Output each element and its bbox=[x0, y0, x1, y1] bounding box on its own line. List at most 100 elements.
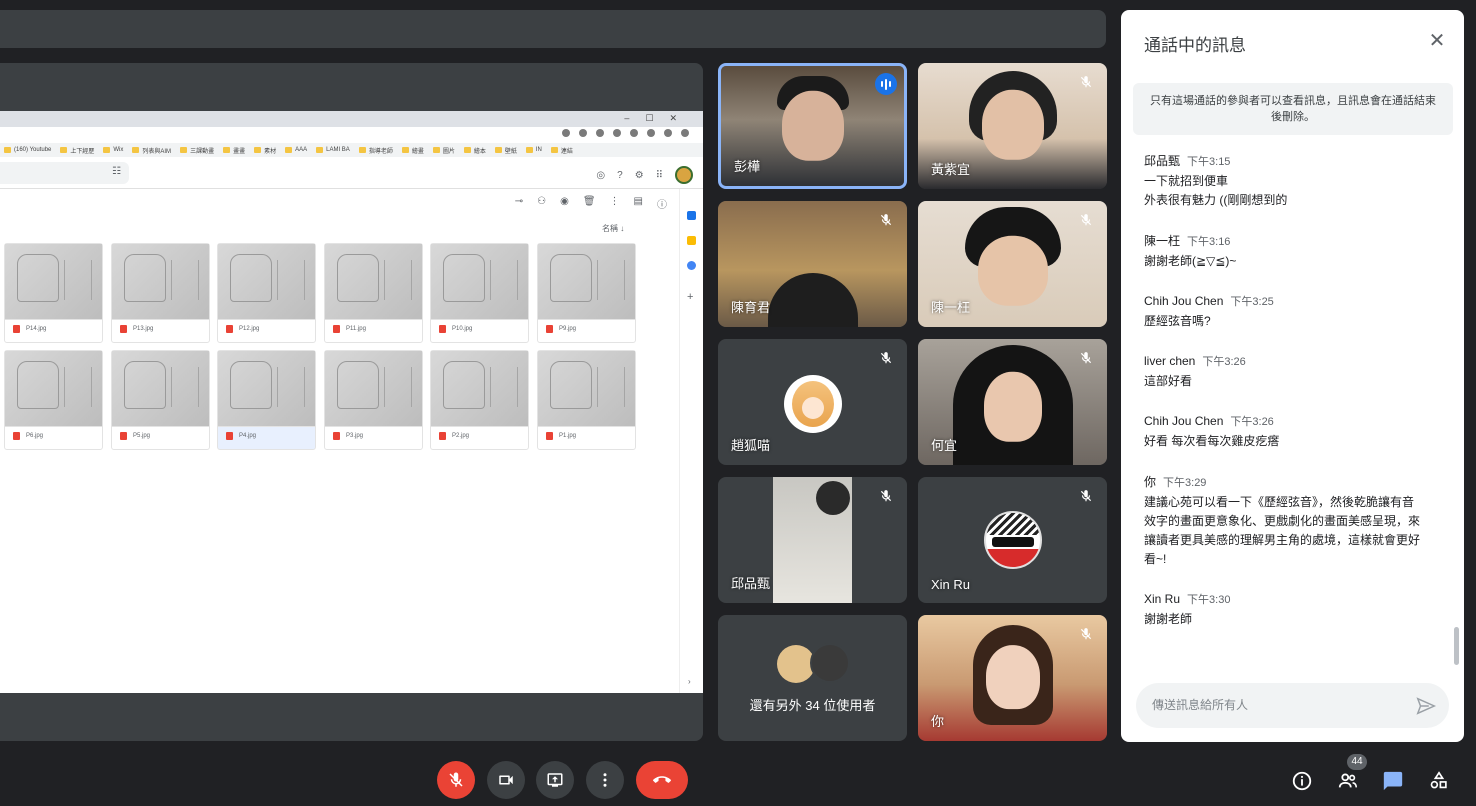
shared-screen: – ☐ ✕ (160) Youtube 上下經歷 Wix 列表與AIM 三課動畫… bbox=[0, 111, 703, 693]
participant-tile[interactable]: 趙狐喵 bbox=[718, 339, 907, 465]
participant-name: 彭樺 bbox=[734, 159, 761, 174]
message-text: 謝謝老師(≧▽≦)~ bbox=[1144, 254, 1237, 268]
video-feed bbox=[781, 90, 844, 161]
mic-off-icon bbox=[449, 772, 463, 787]
mic-off-icon bbox=[877, 489, 895, 507]
top-bar bbox=[0, 10, 1106, 48]
image-file-icon bbox=[333, 432, 340, 440]
folder-icon bbox=[60, 147, 68, 153]
participant-tile[interactable]: 黃紫宜 bbox=[918, 63, 1107, 189]
more-participants-label: 還有另外 34 位使用者 bbox=[749, 698, 876, 713]
bookmark: 指導老師 bbox=[358, 146, 393, 155]
chevron-right-icon: › bbox=[688, 677, 691, 686]
extension-icon bbox=[681, 129, 689, 137]
message-text: 謝謝老師 bbox=[1144, 612, 1193, 626]
folder-icon bbox=[401, 147, 409, 153]
close-icon[interactable]: ✕ bbox=[1426, 30, 1448, 52]
chat-message: 邱品甄 下午3:15 一下就招到便車 外表很有魅力 ((剛剛想到的 bbox=[1144, 152, 1444, 210]
message-text: 建議心苑可以看一下《歷經弦音》，然後乾脆讓有音 bbox=[1144, 495, 1415, 509]
message-time: 下午3:26 bbox=[1202, 356, 1246, 368]
bookmark: IN bbox=[525, 147, 542, 153]
chat-notice: 只有這場通話的參與者可以查看訊息，且訊息會在通話結束後刪除。 bbox=[1133, 83, 1453, 135]
folder-icon bbox=[103, 147, 111, 153]
chat-panel: 通話中的訊息 ✕ 只有這場通話的參與者可以查看訊息，且訊息會在通話結束後刪除。 … bbox=[1121, 10, 1464, 742]
activities-button[interactable] bbox=[1424, 766, 1454, 796]
folder-icon bbox=[358, 147, 366, 153]
participant-tile[interactable]: 何宜 bbox=[918, 339, 1107, 465]
message-sender: Chih Jou Chen bbox=[1144, 414, 1224, 428]
mic-off-icon bbox=[1077, 627, 1095, 645]
participant-name: 黃紫宜 bbox=[931, 162, 971, 177]
chat-input[interactable] bbox=[1152, 695, 1402, 715]
video-feed bbox=[983, 371, 1042, 442]
extension-icon bbox=[647, 129, 655, 137]
bookmark: 三課動畫 bbox=[180, 146, 214, 155]
message-sender: 你 bbox=[1144, 475, 1157, 489]
chat-message: Chih Jou Chen 下午3:25 歷經弦音嗎? bbox=[1144, 293, 1444, 331]
minimize-icon: – bbox=[624, 113, 630, 123]
help-icon: ? bbox=[617, 169, 623, 181]
close-window-icon: ✕ bbox=[669, 113, 677, 123]
send-icon[interactable] bbox=[1415, 695, 1437, 717]
bookmark: (160) Youtube bbox=[4, 147, 51, 153]
list-view-icon: ▤ bbox=[633, 196, 643, 207]
chat-input-box[interactable] bbox=[1136, 683, 1449, 728]
image-file-icon bbox=[439, 432, 446, 440]
participant-tile[interactable]: Xin Ru bbox=[918, 477, 1107, 603]
share-icon: ⚇ bbox=[537, 196, 547, 207]
message-time: 下午3:25 bbox=[1230, 296, 1274, 308]
message-sender: Xin Ru bbox=[1144, 592, 1181, 606]
sort-label: 名稱 ↓ bbox=[602, 224, 625, 233]
image-file-icon bbox=[546, 432, 553, 440]
folder-icon bbox=[432, 147, 440, 153]
participant-tile[interactable]: 陳育君 bbox=[718, 201, 907, 327]
browser-titlebar: – ☐ ✕ bbox=[0, 111, 703, 127]
participant-name: Xin Ru bbox=[931, 577, 971, 592]
present-button[interactable] bbox=[536, 761, 574, 799]
more-options-button[interactable] bbox=[586, 761, 624, 799]
chat-message: liver chen 下午3:26 這部好看 bbox=[1144, 353, 1444, 391]
meeting-details-button[interactable] bbox=[1287, 766, 1317, 796]
bookmark: 素材 bbox=[254, 146, 276, 155]
message-time: 下午3:26 bbox=[1230, 416, 1274, 428]
message-sender: 陳一枉 bbox=[1144, 234, 1181, 248]
bookmarks-bar: (160) Youtube 上下經歷 Wix 列表與AIM 三課動畫 畫畫 素材… bbox=[0, 143, 703, 157]
participant-tile[interactable]: 陳一枉 bbox=[918, 201, 1107, 327]
chat-message: Xin Ru 下午3:30 謝謝老師 bbox=[1144, 591, 1444, 629]
participant-tile[interactable]: 彭樺 bbox=[718, 63, 907, 189]
calendar-icon bbox=[687, 211, 696, 220]
drive-action-bar: ⊸ ⚇ ◉ 🗑 ⋮ ▤ ⓘ bbox=[515, 196, 667, 211]
participant-tile[interactable]: 邱品甄 bbox=[718, 477, 907, 603]
mic-off-icon bbox=[1077, 489, 1095, 507]
leave-call-button[interactable] bbox=[636, 761, 688, 799]
self-tile[interactable]: 你 bbox=[918, 615, 1107, 741]
bookmark: 繪畫 bbox=[401, 146, 424, 155]
chat-button[interactable] bbox=[1378, 766, 1408, 796]
speaking-indicator-icon bbox=[875, 73, 897, 95]
chat-scrollbar[interactable] bbox=[1454, 627, 1459, 665]
tune-icon: ☷ bbox=[112, 166, 121, 177]
folder-icon bbox=[223, 147, 231, 153]
more-participants-tile[interactable]: 還有另外 34 位使用者 bbox=[718, 615, 907, 741]
file-thumbnail-selected: P4.jpg bbox=[217, 350, 316, 450]
avatar bbox=[810, 643, 850, 683]
folder-icon bbox=[180, 147, 188, 153]
link-icon: ⊸ bbox=[514, 196, 524, 207]
participant-name: 邱品甄 bbox=[731, 576, 771, 591]
folder-icon bbox=[316, 147, 324, 153]
image-file-icon bbox=[120, 325, 127, 333]
message-time: 下午3:30 bbox=[1187, 594, 1231, 606]
chat-message: Chih Jou Chen 下午3:26 好看 每次看每次雞皮疙瘩 bbox=[1144, 413, 1444, 451]
bookmark: 繪本 bbox=[463, 146, 486, 155]
message-text: 讓讀者更具美感的理解男主角的處境，這樣就會更好 bbox=[1144, 533, 1421, 547]
offline-icon: ◎ bbox=[596, 169, 606, 181]
camera-toggle-button[interactable] bbox=[487, 761, 525, 799]
account-avatar bbox=[675, 166, 693, 184]
extension-icon bbox=[613, 129, 621, 137]
participants-button[interactable] bbox=[1333, 766, 1363, 796]
file-thumbnail: P11.jpg bbox=[324, 243, 423, 343]
file-thumbnail: P12.jpg bbox=[217, 243, 316, 343]
mic-off-icon bbox=[1077, 213, 1095, 231]
bookmark: 畫畫 bbox=[223, 146, 245, 155]
mic-toggle-button[interactable] bbox=[437, 761, 475, 799]
